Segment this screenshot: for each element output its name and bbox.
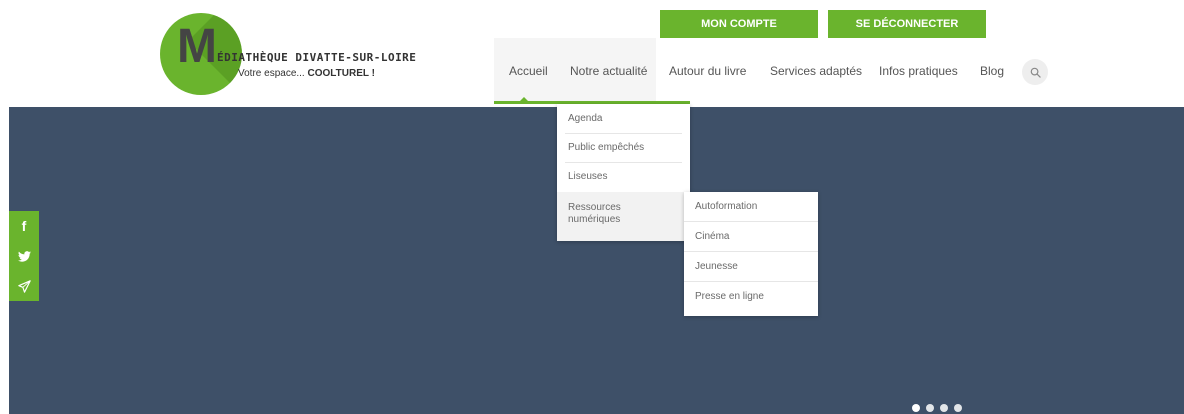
menu-item-ressources-line1: Ressources <box>568 202 621 213</box>
submenu-ressources-numeriques: Autoformation Cinéma Jeunesse Presse en … <box>684 192 818 316</box>
nav-item-blog[interactable]: Blog <box>980 64 1004 78</box>
menu-item-public-empeches[interactable]: Public empêchés <box>557 134 690 162</box>
my-account-button[interactable]: MON COMPTE <box>660 10 818 38</box>
send-link[interactable] <box>9 271 39 301</box>
submenu-item-cinema[interactable]: Cinéma <box>684 222 818 251</box>
nav-item-accueil[interactable]: Accueil <box>509 64 548 78</box>
menu-item-ressources-numeriques[interactable]: Ressources numériques <box>557 192 690 241</box>
search-button[interactable] <box>1022 59 1048 85</box>
logo-title: ÉDIATHÈQUE DIVATTE-SUR-LOIRE <box>217 51 417 64</box>
nav-item-autour-du-livre[interactable]: Autour du livre <box>669 64 746 78</box>
submenu-item-jeunesse[interactable]: Jeunesse <box>684 252 818 281</box>
slider-dot[interactable] <box>940 404 948 412</box>
menu-item-ressources-line2: numériques <box>568 214 621 225</box>
search-icon <box>1030 67 1041 78</box>
site-logo[interactable]: M ÉDIATHÈQUE DIVATTE-SUR-LOIRE Votre esp… <box>160 13 540 95</box>
paper-plane-icon <box>17 279 31 293</box>
nav-item-infos-pratiques[interactable]: Infos pratiques <box>879 64 958 78</box>
slider-dot[interactable] <box>954 404 962 412</box>
twitter-link[interactable] <box>9 241 39 271</box>
facebook-icon: f <box>21 218 27 234</box>
logo-tagline-prefix: Votre espace... <box>238 68 305 79</box>
social-bar: f <box>9 211 39 301</box>
facebook-link[interactable]: f <box>9 211 39 241</box>
logo-tagline-bold: COOLTUREL ! <box>307 68 375 79</box>
logo-tagline: Votre espace... COOLTUREL ! <box>238 68 375 79</box>
logout-button[interactable]: SE DÉCONNECTER <box>828 10 986 38</box>
slider-dot[interactable] <box>912 404 920 412</box>
menu-item-liseuses[interactable]: Liseuses <box>557 163 690 191</box>
slider-dots <box>912 404 962 412</box>
submenu-item-presse-en-ligne[interactable]: Presse en ligne <box>684 282 818 311</box>
menu-item-agenda[interactable]: Agenda <box>557 104 690 133</box>
submenu-item-autoformation[interactable]: Autoformation <box>684 192 818 221</box>
nav-caret-icon <box>519 97 529 102</box>
slider-dot[interactable] <box>926 404 934 412</box>
twitter-icon <box>17 250 31 262</box>
logo-letter: M <box>177 20 217 73</box>
nav-item-notre-actualite[interactable]: Notre actualité <box>570 64 647 78</box>
nav-item-services-adaptes[interactable]: Services adaptés <box>770 64 862 78</box>
dropdown-notre-actualite: Agenda Public empêchés Liseuses Ressourc… <box>557 104 690 241</box>
